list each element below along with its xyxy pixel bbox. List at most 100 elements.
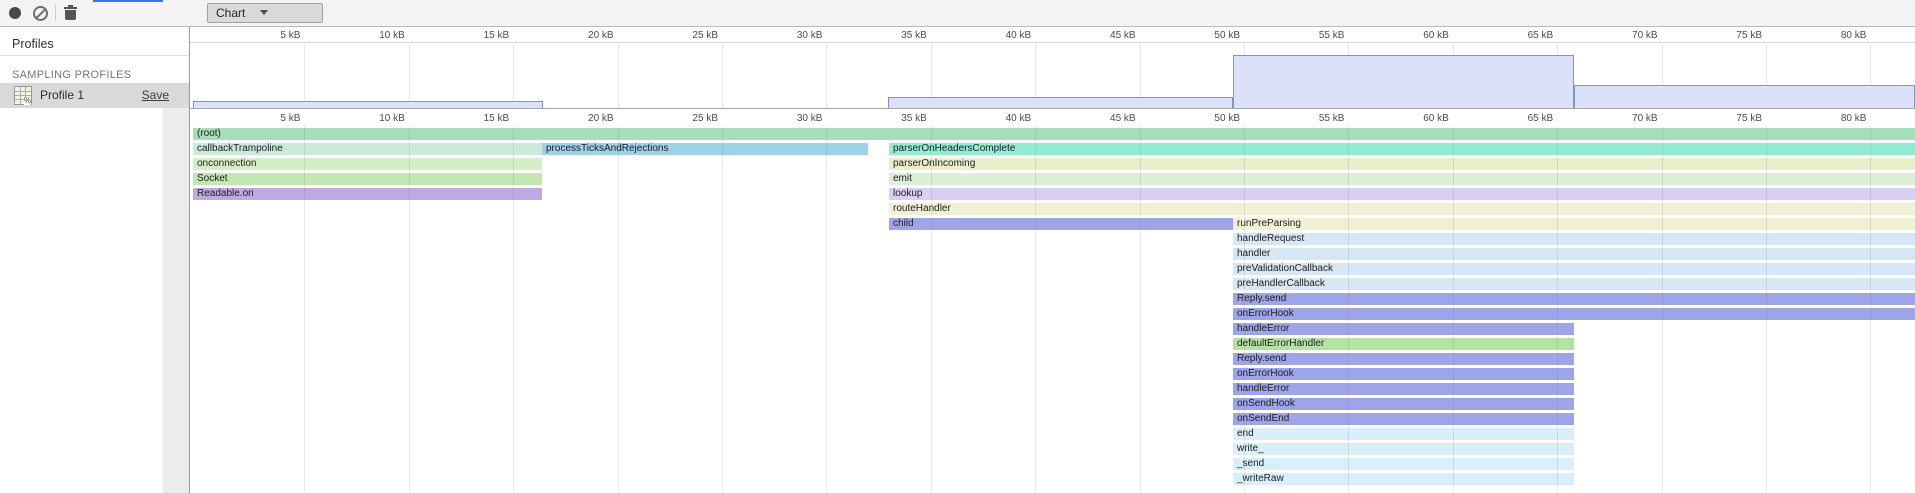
allocation-chart-area: 5 kB 10 kB 15 kB 20 kB 25 kB 30 kB 35 kB 40 kB 4…: [190, 27, 1915, 493]
grid-line: [304, 126, 305, 493]
sidebar-scroll-track[interactable]: [163, 108, 189, 493]
flame-bar-reply-send[interactable]: Reply.send: [1233, 353, 1574, 365]
ruler-tick-label: 75 kB: [1686, 30, 1762, 41]
flame-bar-write[interactable]: write_: [1233, 443, 1574, 455]
grid-line: [304, 43, 305, 108]
flame-bar-routehandler[interactable]: routeHandler: [889, 203, 1915, 215]
grid-line: [618, 126, 619, 493]
chevron-down-icon: [260, 10, 268, 15]
ruler-tick-label: 15 kB: [433, 30, 509, 41]
view-mode-value: Chart: [216, 6, 245, 20]
ruler-tick-label: 25 kB: [642, 113, 718, 124]
ruler-tick-label: 20 kB: [538, 30, 614, 41]
ruler-tick-label: 15 kB: [433, 113, 509, 124]
ruler-tick-label: 30 kB: [746, 30, 822, 41]
flame-bar-lookup[interactable]: lookup: [889, 188, 1915, 200]
flame-bar-handlerequest[interactable]: handleRequest: [1233, 233, 1915, 245]
flame-bar-writeraw[interactable]: _writeRaw: [1233, 473, 1574, 485]
ruler-tick-label: 70 kB: [1582, 30, 1658, 41]
ruler-tick-label: 60 kB: [1373, 30, 1449, 41]
overview-area-step: [193, 101, 543, 108]
grid-line: [1662, 126, 1663, 493]
flame-bar-processticksandrejections[interactable]: processTicksAndRejections: [542, 143, 868, 155]
flame-bar-onconnection[interactable]: onconnection: [193, 158, 542, 170]
flame-bar-parseronheaderscomplete[interactable]: parserOnHeadersComplete: [889, 143, 1915, 155]
overview-area-step: [1233, 55, 1574, 108]
flamechart-ruler: 5 kB10 kB15 kB20 kB25 kB30 kB35 kB40 kB4…: [190, 108, 1915, 127]
ruler-tick-label: 35 kB: [851, 113, 927, 124]
flame-bar-end[interactable]: end: [1233, 428, 1574, 440]
flame-bar-onsendhook[interactable]: onSendHook: [1233, 398, 1574, 410]
grid-line: [1453, 126, 1454, 493]
sampling-profiles-section-header: SAMPLING PROFILES: [12, 69, 131, 81]
grid-line: [931, 126, 932, 493]
sidebar-title: Profiles: [12, 37, 54, 51]
sampling-profile-icon: %: [14, 86, 32, 105]
grid-line: [826, 126, 827, 493]
overview-ruler: 5 kB10 kB15 kB20 kB25 kB30 kB35 kB40 kB4…: [190, 27, 1915, 43]
sidebar-divider: [0, 55, 189, 56]
flame-bar-onerrorhook[interactable]: onErrorHook: [1233, 368, 1574, 380]
ruler-tick-label: 65 kB: [1477, 113, 1553, 124]
grid-line: [1870, 126, 1871, 493]
flame-bar-reply-send[interactable]: Reply.send: [1233, 293, 1915, 305]
ruler-tick-label: 75 kB: [1686, 113, 1762, 124]
grid-line: [1766, 126, 1767, 493]
flame-bar-handleerror[interactable]: handleError: [1233, 383, 1574, 395]
clear-icon[interactable]: [33, 6, 48, 21]
ruler-tick-label: 5 kB: [224, 113, 300, 124]
profiler-toolbar: Chart: [0, 0, 1915, 27]
grid-line: [826, 43, 827, 108]
view-mode-select[interactable]: Chart: [207, 3, 323, 23]
save-profile-link[interactable]: Save: [142, 88, 169, 102]
flame-bar-onerrorhook[interactable]: onErrorHook: [1233, 308, 1915, 320]
flame-bar-runpreparsing[interactable]: runPreParsing: [1233, 218, 1915, 230]
grid-line: [409, 126, 410, 493]
flame-bar-send[interactable]: _send: [1233, 458, 1574, 470]
flame-bar-callbacktrampoline[interactable]: callbackTrampoline: [193, 143, 542, 155]
flame-bar-prehandlercallback[interactable]: preHandlerCallback: [1233, 278, 1915, 290]
record-icon[interactable]: [9, 7, 21, 19]
ruler-tick-label: 80 kB: [1790, 30, 1866, 41]
flame-bar-defaulterrorhandler[interactable]: defaultErrorHandler: [1233, 338, 1574, 350]
ruler-tick-label: 55 kB: [1268, 30, 1344, 41]
ruler-tick-label: 80 kB: [1790, 113, 1866, 124]
ruler-tick-label: 10 kB: [329, 30, 405, 41]
ruler-tick-label: 40 kB: [955, 113, 1031, 124]
grid-line: [513, 43, 514, 108]
delete-profile-icon[interactable]: [64, 5, 77, 21]
grid-line: [409, 43, 410, 108]
ruler-tick-label: 55 kB: [1268, 113, 1344, 124]
grid-line: [1035, 126, 1036, 493]
flame-bar-emit[interactable]: emit: [889, 173, 1915, 185]
flame-bar-child[interactable]: child: [889, 218, 1233, 230]
flame-bar-root[interactable]: (root): [193, 128, 1915, 140]
ruler-tick-label: 45 kB: [1060, 30, 1136, 41]
ruler-tick-label: 25 kB: [642, 30, 718, 41]
allocation-flame-chart[interactable]: (root) callbackTrampolineprocessTicksAndR…: [190, 126, 1915, 493]
ruler-tick-label: 50 kB: [1164, 30, 1240, 41]
overview-area-step: [1574, 85, 1915, 108]
profile-name: Profile 1: [40, 88, 84, 102]
grid-line: [1244, 126, 1245, 493]
flame-bar-socket[interactable]: Socket: [193, 173, 542, 185]
overview-area-step: [888, 97, 1233, 108]
ruler-tick-label: 45 kB: [1060, 113, 1136, 124]
flame-bar-parseronincoming[interactable]: parserOnIncoming: [889, 158, 1915, 170]
flame-bar-handleerror[interactable]: handleError: [1233, 323, 1574, 335]
toolbar-separator: [55, 5, 56, 21]
sidebar-item-profile-1[interactable]: % Profile 1 Save: [0, 83, 189, 108]
flame-bar-onsendend[interactable]: onSendEnd: [1233, 413, 1574, 425]
flame-bar-prevalidationcallback[interactable]: preValidationCallback: [1233, 263, 1915, 275]
ruler-tick-label: 10 kB: [329, 113, 405, 124]
grid-line: [1140, 126, 1141, 493]
ruler-tick-label: 40 kB: [955, 30, 1031, 41]
profiles-sidebar: Profiles SAMPLING PROFILES % Profile 1 S…: [0, 27, 190, 493]
flame-bar-handler[interactable]: handler: [1233, 248, 1915, 260]
flame-bar-readable-on[interactable]: Readable.on: [193, 188, 542, 200]
ruler-tick-label: 20 kB: [538, 113, 614, 124]
memory-overview-pane[interactable]: [190, 43, 1915, 108]
ruler-tick-label: 35 kB: [851, 30, 927, 41]
ruler-tick-label: 60 kB: [1373, 113, 1449, 124]
ruler-tick-label: 50 kB: [1164, 113, 1240, 124]
